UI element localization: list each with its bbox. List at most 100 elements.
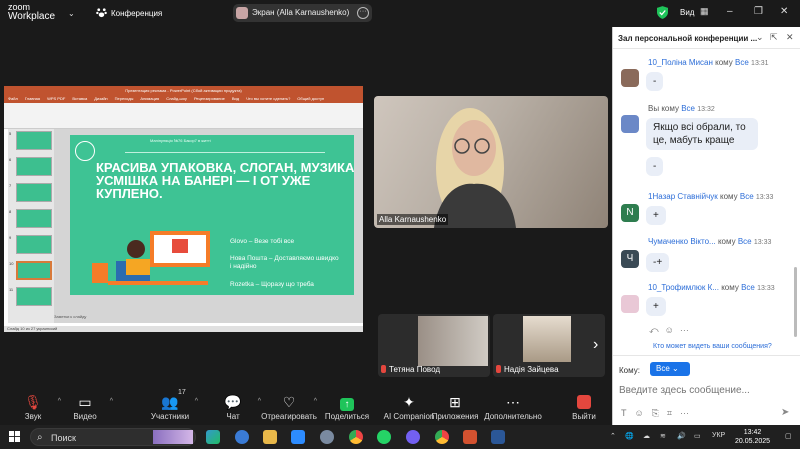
thumb-number: 9 [9, 235, 12, 240]
zoom-top-bar: zoom Workplace ⌄ Конференция Экран (Alla… [0, 0, 788, 27]
react-label: Отреагировать [261, 412, 317, 421]
more-options-icon[interactable]: ··· [357, 7, 369, 19]
restore-icon[interactable]: ❐ [754, 6, 763, 17]
message-bubble: -+ [646, 253, 670, 272]
message-input[interactable] [619, 382, 789, 398]
wifi-icon[interactable]: ≋ [660, 432, 666, 440]
popout-icon[interactable]: ⇱ [770, 32, 778, 43]
to-word: кому [721, 283, 739, 292]
system-clock[interactable]: 13:42 20.05.2025 [735, 428, 770, 446]
chevron-down-icon[interactable]: ⌄ [756, 32, 764, 43]
taskbar-search[interactable]: ⌕ Поиск [30, 428, 196, 446]
sender-name[interactable]: Чумаченко Вікто... [648, 237, 716, 246]
cloud-icon[interactable]: ☁ [643, 432, 650, 440]
mute-button[interactable]: 🎙 ^ Звук [3, 386, 63, 425]
sender-name[interactable]: 1Назар Ставнійчук [648, 192, 718, 201]
ppt-tab: Вид [231, 96, 240, 101]
format-text-icon[interactable]: T [621, 408, 635, 418]
own-avatar [621, 115, 639, 133]
more-dots-icon[interactable]: ⋯ [680, 408, 697, 418]
chat-label: Чат [226, 412, 240, 421]
language-indicator[interactable]: УКР [712, 432, 725, 439]
battery-icon[interactable]: ▭ [694, 432, 701, 440]
shield-check-icon[interactable] [657, 6, 668, 19]
sender-avatar: N [621, 204, 639, 222]
file-explorer-icon[interactable] [263, 430, 277, 444]
message-time: 13:33 [755, 194, 774, 201]
speaker-icon[interactable]: 🔊 [677, 432, 686, 440]
edge-icon[interactable] [206, 430, 220, 444]
tray-chevron-icon[interactable]: ⌃ [610, 432, 616, 440]
sender-avatar [621, 295, 639, 313]
participant-video-tile[interactable]: Тетяна Повод [378, 314, 490, 377]
sender-name[interactable]: 10_Поліна Мисан [648, 58, 713, 67]
thumb-number: 10 [9, 261, 14, 266]
chevron-up-icon[interactable]: ^ [195, 398, 198, 405]
notification-icon[interactable]: ▢ [785, 432, 792, 440]
ppt-tab: WPS PDF [47, 96, 66, 101]
apps-button[interactable]: ⊞ Приложения [425, 386, 485, 425]
ppt-slide-thumbnails: 5 6 7 8 9 10 11 [8, 129, 54, 323]
video-button[interactable]: ▭ ^ Видео [55, 386, 115, 425]
close-icon[interactable]: ✕ [780, 6, 788, 17]
close-icon[interactable]: ✕ [786, 32, 794, 43]
chrome-icon[interactable] [349, 430, 363, 444]
chrome-icon-2[interactable] [435, 430, 449, 444]
meeting-controls: 🎙 ^ Звук ▭ ^ Видео 👥 17 ^ Участники 💬 ^ … [0, 386, 612, 425]
screen-share-indicator[interactable]: Экран (Alla Karnaushenko) ··· [233, 4, 372, 22]
more-dots-icon[interactable]: ⋯ [680, 325, 695, 335]
settings-icon[interactable] [320, 430, 334, 444]
conference-label[interactable]: Конференция [111, 9, 162, 18]
to-word: кому [717, 237, 736, 246]
ppt-tab: Вставка [72, 96, 88, 101]
speaker-video[interactable]: Alla Karnaushenko [374, 96, 608, 228]
chevron-down-icon[interactable]: ⌄ [68, 9, 75, 18]
participants-button[interactable]: 👥 17 ^ Участники [140, 386, 200, 425]
search-highlight-image [153, 430, 193, 444]
share-screen-button[interactable]: ↑ Поделиться [317, 386, 377, 425]
react-button[interactable]: ♡ ^ Отреагировать [259, 386, 319, 425]
attach-file-icon[interactable]: ⎘ [652, 408, 667, 418]
apps-grid-icon: ⊞ [449, 394, 461, 410]
zoom-taskbar-icon[interactable] [291, 430, 305, 444]
powerpoint-icon[interactable] [463, 430, 477, 444]
message-meta: Чумаченко Вікто... кому Все 13:33 [648, 237, 771, 246]
chevron-up-icon[interactable]: ^ [110, 398, 113, 405]
leave-button[interactable]: Выйти [556, 386, 612, 425]
emoji-reaction-icon[interactable]: ☺ [665, 325, 680, 335]
slide-title: КРАСИВА УПАКОВКА, СЛОГАН, МУЗИКА, УСМІШК… [96, 160, 354, 201]
heart-icon: ♡ [282, 394, 296, 410]
next-page-chevron-icon[interactable]: › [593, 336, 598, 354]
recipient-dropdown[interactable]: Все ⌄ [650, 362, 690, 376]
whatsapp-icon[interactable] [377, 430, 391, 444]
minimize-icon[interactable]: – [727, 6, 733, 17]
chat-panel: Зал персональной конференции ... ⌄ ⇱ ✕ 1… [612, 27, 800, 425]
to-word: кому [720, 192, 738, 201]
slide-thumbnail [16, 287, 52, 306]
word-icon[interactable] [491, 430, 505, 444]
sender-name[interactable]: 10_Трофимлюк К... [648, 283, 719, 292]
windows-start-icon[interactable] [9, 431, 20, 442]
network-icon[interactable]: 🌐 [625, 432, 634, 440]
chat-button[interactable]: 💬 ^ Чат [203, 386, 263, 425]
clock-date: 20.05.2025 [735, 438, 771, 445]
ppt-tab: Слайд-шоу [166, 96, 187, 101]
more-button[interactable]: ⋯ Дополнительно [478, 386, 548, 425]
screenshot-icon[interactable]: ⌗ [667, 408, 680, 418]
reply-icon[interactable]: ⤺ [649, 325, 665, 335]
participant-video-tile[interactable]: Надія Зайцева [493, 314, 605, 377]
who-can-see-link[interactable]: Кто может видеть ваши сообщения? [653, 343, 772, 350]
message-time: 13:33 [753, 239, 772, 246]
recipient-all: Все [681, 104, 695, 113]
chat-scrollbar[interactable] [794, 267, 797, 337]
view-menu[interactable]: Вид [680, 8, 694, 17]
emoji-icon[interactable]: ☺ [635, 408, 652, 418]
thumb-number: 8 [9, 209, 12, 214]
send-icon[interactable]: ➤ [781, 407, 789, 418]
app-icon[interactable] [235, 430, 249, 444]
thumb-number: 7 [9, 183, 12, 188]
mute-label: Звук [24, 412, 42, 421]
view-grid-icon[interactable]: ▦ [700, 6, 709, 17]
to-word: кому [661, 104, 679, 113]
viber-icon[interactable] [406, 430, 420, 444]
